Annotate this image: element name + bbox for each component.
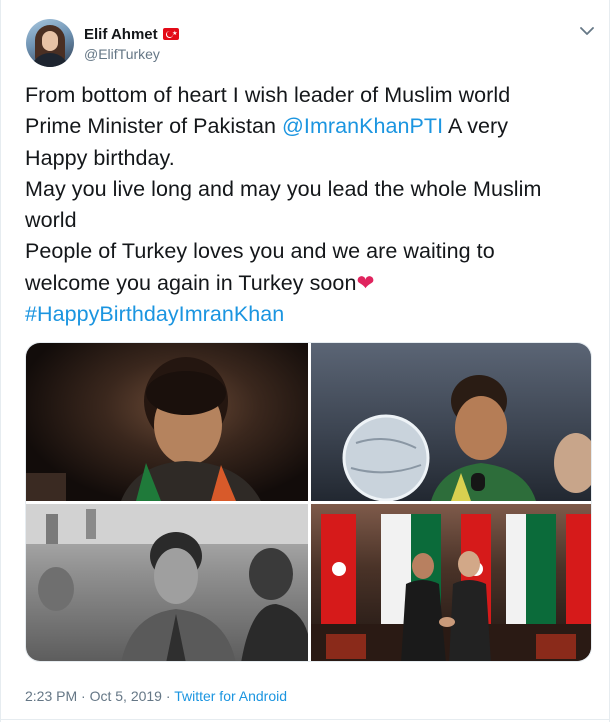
- tweet-meta: 2:23 PM · Oct 5, 2019 · Twitter for Andr…: [25, 688, 287, 704]
- tweet-line: From bottom of heart I wish leader of Mu…: [25, 83, 511, 107]
- photo-crystal-globe[interactable]: [311, 343, 591, 501]
- hashtag-link[interactable]: #HappyBirthdayImranKhan: [25, 302, 284, 326]
- meta-separator: ·: [77, 688, 90, 704]
- tweet-time[interactable]: 2:23 PM: [25, 688, 77, 704]
- tweet-date[interactable]: Oct 5, 2019: [90, 688, 162, 704]
- tweet-line: world: [25, 208, 77, 233]
- display-name[interactable]: Elif Ahmet: [84, 26, 158, 43]
- tweet-text-segment: Prime Minister of Pakistan: [25, 114, 283, 139]
- photo-portrait-dark[interactable]: [26, 343, 308, 501]
- user-handle[interactable]: @ElifTurkey: [84, 46, 179, 62]
- turkey-flag-icon: ★: [162, 28, 179, 40]
- photo-handshake-flags[interactable]: [311, 504, 591, 661]
- red-heart-icon: ❤: [356, 270, 375, 295]
- tweet-line: May you live long and may you lead the w…: [25, 176, 542, 201]
- mention-link[interactable]: @ImranKhanPTI: [282, 114, 443, 138]
- meta-separator: ·: [161, 688, 175, 704]
- tweet-header: Elif Ahmet ★ @ElifTurkey: [26, 17, 179, 69]
- photo-black-and-white[interactable]: [26, 504, 308, 661]
- tweet-text-segment: A very: [443, 114, 509, 139]
- tweet-card: Elif Ahmet ★ @ElifTurkey From bottom of …: [0, 0, 610, 722]
- tweet-line: Happy birthday.: [25, 145, 175, 170]
- media-grid: [25, 342, 592, 662]
- tweet-line: People of Turkey loves you and we are wa…: [25, 239, 495, 264]
- author-names: Elif Ahmet ★ @ElifTurkey: [84, 24, 179, 62]
- tweet-line: welcome you again in Turkey soon❤: [25, 268, 591, 299]
- tweet-line: Prime Minister of Pakistan @ImranKhanPTI…: [25, 111, 591, 142]
- tweet-text: From bottom of heart I wish leader of Mu…: [25, 80, 591, 330]
- chevron-down-icon[interactable]: [580, 26, 594, 36]
- divider: [1, 719, 609, 720]
- tweet-source-link[interactable]: Twitter for Android: [174, 688, 287, 704]
- display-name-row: Elif Ahmet ★: [84, 24, 179, 44]
- tweet-line: #HappyBirthdayImranKhan: [25, 299, 591, 330]
- tweet-text-segment: welcome you again in Turkey soon: [25, 270, 357, 295]
- avatar[interactable]: [26, 19, 74, 67]
